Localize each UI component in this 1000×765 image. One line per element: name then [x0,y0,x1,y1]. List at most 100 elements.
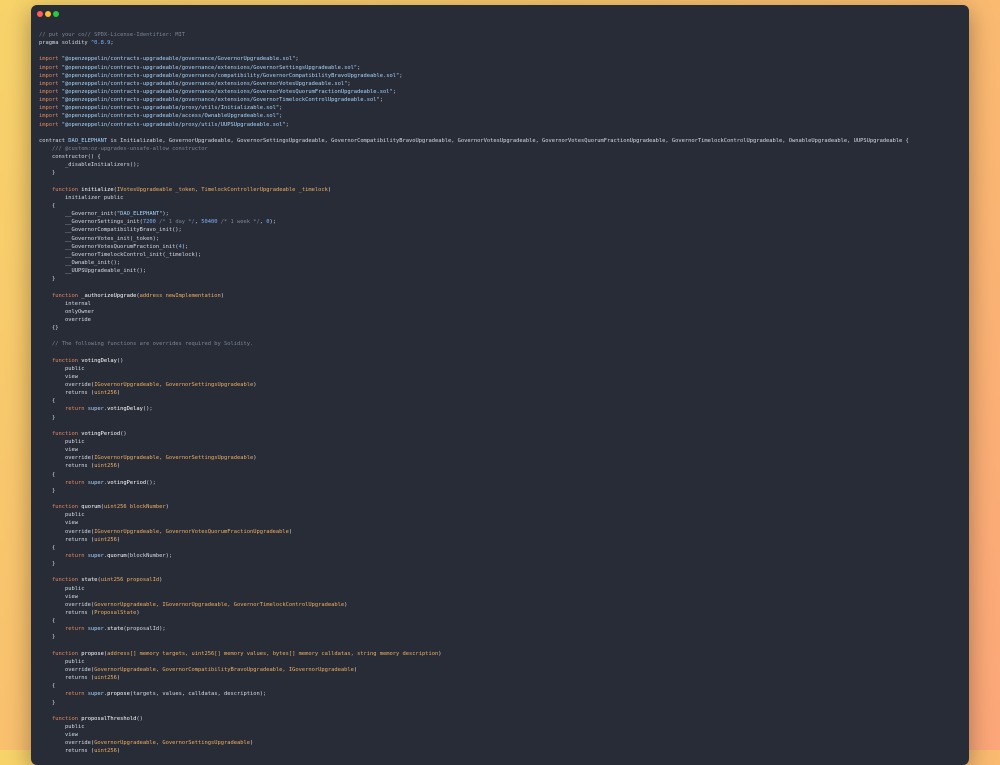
code-line: function votingPeriod() [39,430,969,438]
code-token: ) [136,609,140,616]
code-token: ProposalState [94,609,137,616]
code-line: { [39,617,969,625]
code-line: __UUPSUpgradeable_init(); [39,267,969,275]
code-line: contract DAO_ELEPHANT is Initializable, … [39,137,969,145]
code-token: ) [159,577,163,584]
code-token: override [39,316,91,323]
code-token: uint256 [94,463,117,470]
code-token: view [39,732,78,739]
code-token: import [39,97,62,104]
code-token: public [39,512,85,519]
code-token: ; [279,105,283,112]
code-token: import [39,56,62,63]
code-token: ) [116,536,121,543]
code-token: returns ( [39,390,95,397]
code-line: __Ownable_init(); [39,259,969,267]
code-token: public [39,365,85,372]
code-token: ; [295,56,299,63]
code-token: ; [279,113,283,120]
code-editor[interactable]: // put your co// SPDX-License-Identifier… [39,31,969,756]
code-line: public [39,511,969,519]
code-line: returns (uint256) [39,389,969,397]
code-token: super [87,406,104,413]
code-line: import "@openzeppelin/contracts-upgradea… [39,88,969,96]
code-token: returns ( [39,463,95,470]
code-token: state [81,577,98,584]
code-token: function [39,577,82,584]
code-line: override(IGovernorUpgradeable, GovernorS… [39,381,969,389]
code-token: ); [269,219,276,226]
code-token: override( [39,666,95,673]
code-token: function [39,430,82,437]
code-token: } [39,276,56,283]
code-line: __GovernorCompatibilityBravo_init(); [39,226,969,234]
maximize-window-button[interactable] [53,11,59,17]
code-token: ) [344,601,348,608]
code-token: address newImplementation [139,292,221,299]
code-token: uint256 [94,748,117,755]
code-token: function [39,357,82,364]
code-token: import [39,88,62,95]
code-line: override(IGovernorUpgradeable, GovernorV… [39,528,969,536]
code-token: {} [39,325,59,332]
code-token: _authorizeUpgrade [81,292,137,299]
code-token: "@openzeppelin/contracts-upgradeable/pro… [61,121,286,128]
code-line: pragma solidity ^0.8.9; [39,39,969,47]
code-token: } [39,561,56,568]
code-line: { [39,544,969,552]
code-token: votingDelay [107,406,143,413]
code-token: import [39,80,62,87]
code-line: } [39,633,969,641]
code-window: // put your co// SPDX-License-Identifier… [31,5,969,765]
code-token: state [107,626,124,633]
window-titlebar [31,5,969,23]
code-token: ) [353,666,358,673]
code-token: uint256 proposalId [100,577,160,584]
code-token: override( [39,528,95,535]
code-line: function proposalThreshold() [39,715,969,723]
code-line: function quorum(uint256 blockNumber) [39,503,969,511]
code-token: return [39,626,88,633]
code-token: () [120,430,127,437]
code-line: public [39,438,969,446]
code-token: function [39,504,82,511]
code-token: "@openzeppelin/contracts-upgradeable/pro… [61,105,280,112]
code-token: { [39,202,56,209]
code-token: IGovernorUpgradeable, GovernorSettingsUp… [94,382,254,389]
code-token: ; [399,72,403,79]
code-token: /* 1 day */ [155,219,195,226]
code-token: function [39,292,82,299]
code-token: view [39,593,78,600]
code-line: function initialize(IVotesUpgradeable _t… [39,186,969,194]
code-line: return super.state(proposalId); [39,625,969,633]
code-line: {} [39,324,969,332]
code-token: 7200 [142,219,156,226]
code-line: view [39,519,969,527]
code-line: initializer public [39,194,969,202]
code-token: onlyOwner [39,308,95,315]
code-token: view [39,520,78,527]
code-line: { [39,397,969,405]
code-line: override(GovernorUpgradeable, IGovernorU… [39,601,969,609]
code-token: __GovernorVotes_init(_token); [39,235,160,242]
minimize-window-button[interactable] [45,11,51,17]
code-token: ) [116,390,121,397]
code-line: } [39,699,969,707]
code-line: /// @custom:oz-upgrades-unsafe-allow con… [39,145,969,153]
code-token: uint256 [94,675,117,682]
code-line: } [39,169,969,177]
code-line: import "@openzeppelin/contracts-upgradea… [39,121,969,129]
code-token: import [39,121,62,128]
close-window-button[interactable] [37,11,43,17]
code-line: import "@openzeppelin/contracts-upgradea… [39,104,969,112]
code-token: import [39,113,62,120]
code-line: function _authorizeUpgrade(address newIm… [39,292,969,300]
code-line: view [39,446,969,454]
code-token: () [136,715,143,722]
code-token: ; [392,88,397,95]
